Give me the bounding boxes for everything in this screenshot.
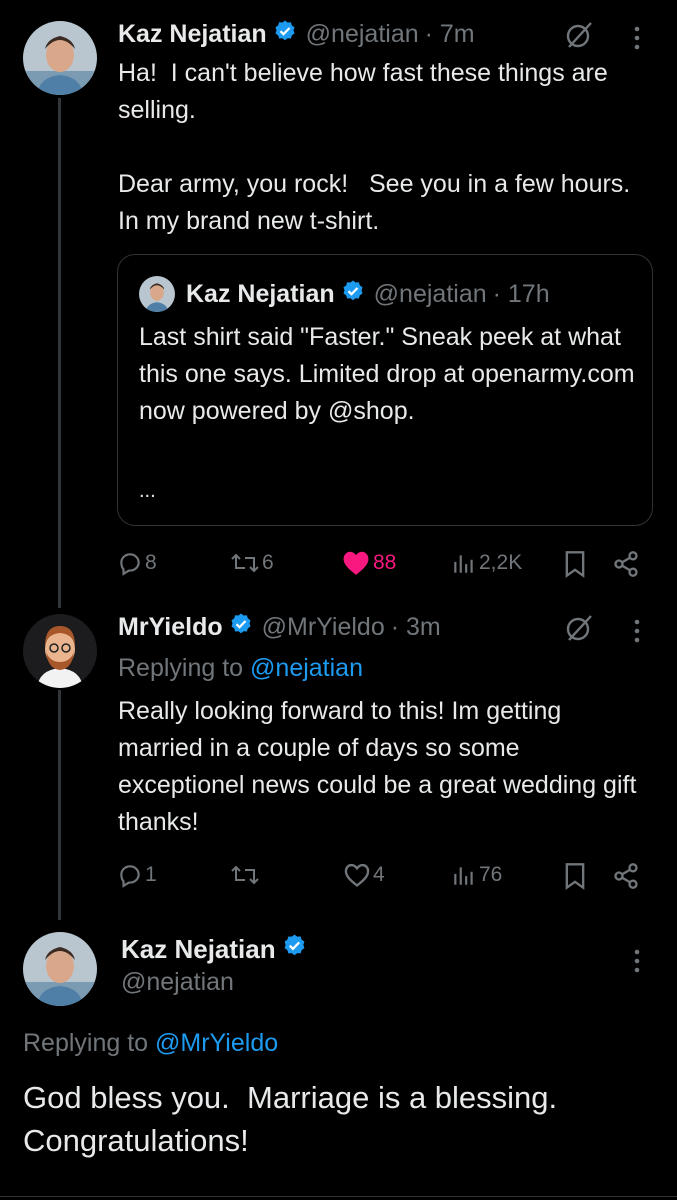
share-icon[interactable] [612,550,640,583]
author-name[interactable]: Kaz Nejatian [118,20,267,49]
replying-to: Replying to @nejatian [118,650,363,686]
more-options-icon[interactable] [630,617,644,650]
repost-button[interactable] [230,862,260,888]
verified-badge-icon [282,933,307,965]
author-handle[interactable]: @nejatian [306,20,419,49]
views-count: 2,2K [479,551,523,574]
like-button[interactable]: 88 [341,550,396,576]
replying-prefix: Replying to [23,1028,156,1057]
thread-line [58,98,61,608]
like-button[interactable]: 4 [343,862,385,888]
avatar-kaz[interactable] [23,932,97,1006]
avatar-mryieldo[interactable] [23,614,97,688]
author-handle[interactable]: @MrYieldo [262,613,385,642]
views-icon [454,555,473,573]
repost-button[interactable]: 6 [230,550,274,576]
views-button[interactable]: 76 [450,862,502,888]
verified-badge-icon [341,279,365,310]
avatar-kaz[interactable] [23,21,97,95]
more-options-icon[interactable] [630,24,644,57]
replying-to-link[interactable]: @MrYieldo [155,1029,278,1058]
quote-text: Last shirt said "Faster." Sneak peek at … [139,323,642,425]
reply-icon [120,865,140,888]
reply-icon [120,553,140,576]
quote-author-name[interactable]: Kaz Nejatian [186,280,335,309]
author-name[interactable]: Kaz Nejatian [121,934,276,965]
reply-count: 1 [145,863,157,886]
verified-badge-icon [273,19,297,50]
views-icon [454,867,473,885]
more-options-icon[interactable] [630,947,644,980]
grok-icon[interactable] [563,612,595,649]
reply-button[interactable]: 1 [117,862,157,888]
thread-line [58,690,61,920]
repost-icon [231,865,259,885]
grok-icon[interactable] [563,19,595,56]
views-button[interactable]: 2,2K [450,550,522,576]
verified-badge-icon [229,612,253,643]
quote-avatar-kaz[interactable] [139,276,175,312]
tweet-text: Ha! I can't believe how fast these thing… [118,59,631,235]
like-count: 88 [373,551,397,574]
share-icon[interactable] [612,862,640,895]
author-name[interactable]: MrYieldo [118,613,223,642]
like-count: 4 [373,863,385,886]
divider [0,1196,677,1197]
tweet-text: God bless you. Marriage is a blessing. C… [23,1080,566,1158]
heart-icon [344,863,370,887]
reply-button[interactable]: 8 [117,550,157,576]
author-handle[interactable]: @nejatian [121,968,234,997]
repost-icon [231,553,259,573]
quote-time[interactable]: · 17h [493,280,550,309]
bookmark-icon[interactable] [563,862,587,895]
replying-to: Replying to @MrYieldo [23,1025,278,1061]
tweet-time[interactable]: · 3m [391,613,441,642]
replying-prefix: Replying to [118,653,251,682]
quote-ellipsis: ... [139,480,156,502]
heart-filled-icon [343,551,369,575]
tweet-text: Really looking forward to this! Im getti… [118,697,644,836]
repost-count: 6 [262,551,274,574]
replying-to-link[interactable]: @nejatian [250,654,363,683]
views-count: 76 [479,863,503,886]
tweet-time[interactable]: · 7m [425,20,475,49]
bookmark-icon[interactable] [563,550,587,583]
reply-count: 8 [145,551,157,574]
quote-author-handle[interactable]: @nejatian [374,280,487,309]
